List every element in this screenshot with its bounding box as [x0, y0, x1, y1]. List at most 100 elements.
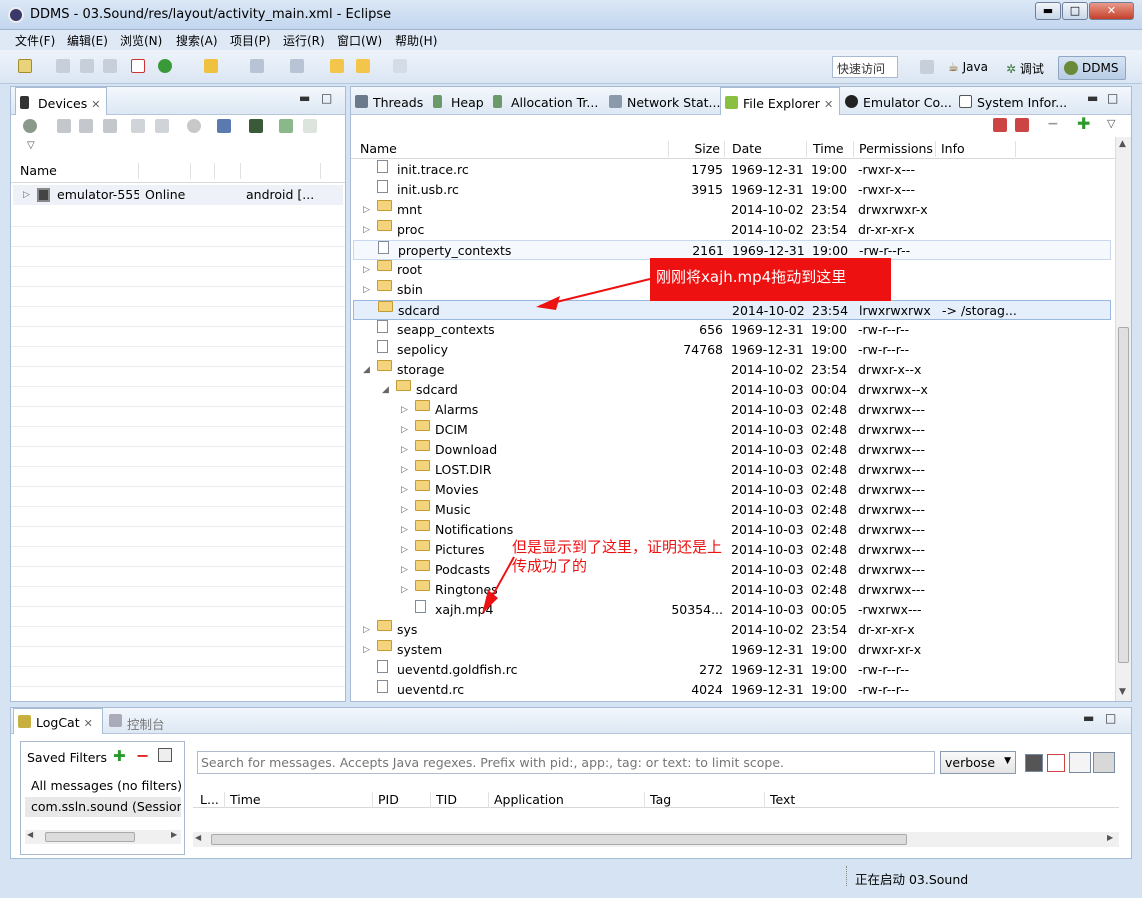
filter-item-selected[interactable]: com.ssln.sound (Session	[25, 797, 181, 817]
file-row[interactable]: init.trace.rc 1795 1969-12-31 19:00 -rwxr-x-…	[353, 160, 1111, 180]
stop-process-icon[interactable]	[187, 119, 201, 133]
expand-icon[interactable]: ▷	[401, 520, 408, 540]
file-row[interactable]: ▷ LOST.DIR 2014-10-03 02:48 drwxrwx---	[353, 460, 1111, 480]
col-time[interactable]: Time	[225, 792, 373, 808]
col-tag[interactable]: Tag	[645, 792, 765, 808]
file-row[interactable]: xajh.mp4 50354... 2014-10-03 00:05 -rwxrwx--…	[353, 600, 1111, 620]
log-level-select[interactable]: verbose ▼	[940, 751, 1016, 774]
open-perspective-icon[interactable]	[920, 60, 934, 74]
tab-threads[interactable]: Threads	[351, 87, 429, 115]
file-row[interactable]: ▷ system 1969-12-31 19:00 drwxr-xr-x	[353, 640, 1111, 660]
maximize-icon[interactable]: □	[1107, 91, 1118, 105]
file-row[interactable]: property_contexts 2161 1969-12-31 19:00 -rw-…	[353, 240, 1111, 260]
remove-filter-icon[interactable]: −	[136, 746, 149, 765]
col-date[interactable]: Date	[727, 141, 807, 157]
scroll-right-icon[interactable]: ▶	[171, 830, 177, 839]
menu-search[interactable]: 搜索(A)	[176, 32, 218, 49]
file-row[interactable]: ▷ Music 2014-10-03 02:48 drwxrwx---	[353, 500, 1111, 520]
tab-heap[interactable]: Heap	[429, 87, 490, 115]
file-row[interactable]: sepolicy 74768 1969-12-31 19:00 -rw-r--r--	[353, 340, 1111, 360]
minimize-button[interactable]: ▬	[1035, 2, 1061, 20]
scroll-thumb[interactable]	[45, 832, 135, 842]
save-all-icon[interactable]	[80, 59, 94, 73]
new-icon[interactable]	[18, 59, 32, 73]
debug-process-icon[interactable]	[23, 119, 37, 133]
vertical-scrollbar[interactable]: ▲ ▼	[1115, 137, 1131, 701]
view-menu-icon[interactable]: ▽	[27, 140, 35, 151]
tab-network[interactable]: Network Stat...	[605, 87, 726, 115]
maximize-icon[interactable]: □	[1105, 711, 1116, 725]
expand-icon[interactable]: ▷	[401, 500, 408, 520]
tab-emulator-control[interactable]: Emulator Co...	[841, 87, 958, 115]
col-name[interactable]: Name	[15, 163, 139, 179]
file-row[interactable]: seapp_contexts 656 1969-12-31 19:00 -rw-r--r…	[353, 320, 1111, 340]
expand-icon[interactable]: ▷	[401, 420, 408, 440]
expand-icon[interactable]: ▷	[401, 580, 408, 600]
file-row[interactable]: ▷ proc 2014-10-02 23:54 dr-xr-xr-x	[353, 220, 1111, 240]
scroll-right-icon[interactable]: ▶	[1107, 833, 1113, 842]
close-button[interactable]: ✕	[1089, 2, 1134, 20]
expand-icon[interactable]: ▷	[401, 480, 408, 500]
update-heap-icon[interactable]	[57, 119, 71, 133]
maximize-icon[interactable]: □	[321, 91, 332, 105]
col-name[interactable]: Name	[355, 141, 669, 157]
menu-navigate[interactable]: 浏览(N)	[120, 32, 162, 49]
col-pid[interactable]	[191, 163, 215, 179]
tab-logcat[interactable]: LogCat ✕	[13, 708, 103, 734]
col-permissions[interactable]: Permissions	[854, 141, 936, 157]
device-row[interactable]: ▷ emulator-5554 Online android [...	[13, 185, 343, 205]
menu-file[interactable]: 文件(F)	[15, 32, 55, 49]
tab-file-explorer[interactable]: File Explorer ✕	[720, 87, 840, 115]
edit-filter-icon[interactable]	[158, 748, 172, 762]
back-icon[interactable]	[356, 59, 370, 73]
add-filter-icon[interactable]: ✚	[113, 747, 126, 765]
tab-system-info[interactable]: System Infor...	[955, 87, 1073, 115]
tab-console[interactable]: 控制台	[105, 708, 171, 734]
new-folder-icon[interactable]: ✚	[1077, 116, 1091, 132]
minimize-icon[interactable]: ▬	[299, 91, 310, 105]
dump-hprof-icon[interactable]	[79, 119, 93, 133]
file-row[interactable]: ▷ mnt 2014-10-02 23:54 drwxrwxr-x	[353, 200, 1111, 220]
menu-project[interactable]: 项目(P)	[230, 32, 271, 49]
close-icon[interactable]: ✕	[824, 98, 833, 111]
file-row[interactable]: ◢ sdcard 2014-10-03 00:04 drwxrwx--x	[353, 380, 1111, 400]
col-size[interactable]: Size	[669, 141, 725, 157]
filter-item[interactable]: All messages (no filters) (	[25, 776, 181, 796]
prev-annotation-icon[interactable]	[290, 59, 304, 73]
perspective-ddms[interactable]: DDMS	[1058, 56, 1126, 80]
save-log-icon[interactable]	[1025, 754, 1043, 772]
expand-icon[interactable]: ▷	[363, 640, 370, 660]
perspective-java[interactable]: ☕ Java	[948, 60, 988, 74]
expand-icon[interactable]: ▷	[401, 400, 408, 420]
next-annotation-icon[interactable]	[250, 59, 264, 73]
col-tid[interactable]: TID	[431, 792, 489, 808]
cause-gc-icon[interactable]	[103, 119, 117, 133]
scroll-lock-icon[interactable]	[1093, 752, 1115, 773]
menu-run[interactable]: 运行(R)	[283, 32, 325, 49]
file-row[interactable]: ▷ Podcasts 2014-10-03 02:48 drwxrwx---	[353, 560, 1111, 580]
scroll-up-icon[interactable]: ▲	[1119, 139, 1126, 149]
scroll-down-icon[interactable]: ▼	[1119, 687, 1126, 697]
method-trace-icon[interactable]	[303, 119, 317, 133]
expanded-icon[interactable]: ◢	[382, 380, 389, 400]
start-profiling-icon[interactable]	[155, 119, 169, 133]
menu-window[interactable]: 窗口(W)	[337, 32, 382, 49]
file-row[interactable]: ◢ storage 2014-10-02 23:54 drwxr-x--x	[353, 360, 1111, 380]
maximize-button[interactable]: □	[1062, 2, 1088, 20]
col-application[interactable]: Application	[489, 792, 645, 808]
update-threads-icon[interactable]	[131, 119, 145, 133]
expand-icon[interactable]: ▷	[401, 460, 408, 480]
col-serial[interactable]	[139, 163, 191, 179]
view-menu-icon[interactable]: ▽	[1107, 117, 1115, 130]
file-row[interactable]: ▷ Alarms 2014-10-03 02:48 drwxrwx---	[353, 400, 1111, 420]
logcat-hscrollbar[interactable]: ◀ ▶	[193, 832, 1119, 847]
file-row[interactable]: ueventd.rc 4024 1969-12-31 19:00 -rw-r--r--	[353, 680, 1111, 700]
android-sdk-icon[interactable]	[131, 59, 145, 73]
toggle-filters-icon[interactable]	[1069, 752, 1091, 773]
scroll-thumb[interactable]	[211, 834, 907, 845]
expand-icon[interactable]: ▷	[363, 220, 370, 240]
col-blank[interactable]	[215, 163, 241, 179]
file-row[interactable]: ▷ Ringtones 2014-10-03 02:48 drwxrwx---	[353, 580, 1111, 600]
file-row[interactable]: ▷ DCIM 2014-10-03 02:48 drwxrwx---	[353, 420, 1111, 440]
save-icon[interactable]	[56, 59, 70, 73]
